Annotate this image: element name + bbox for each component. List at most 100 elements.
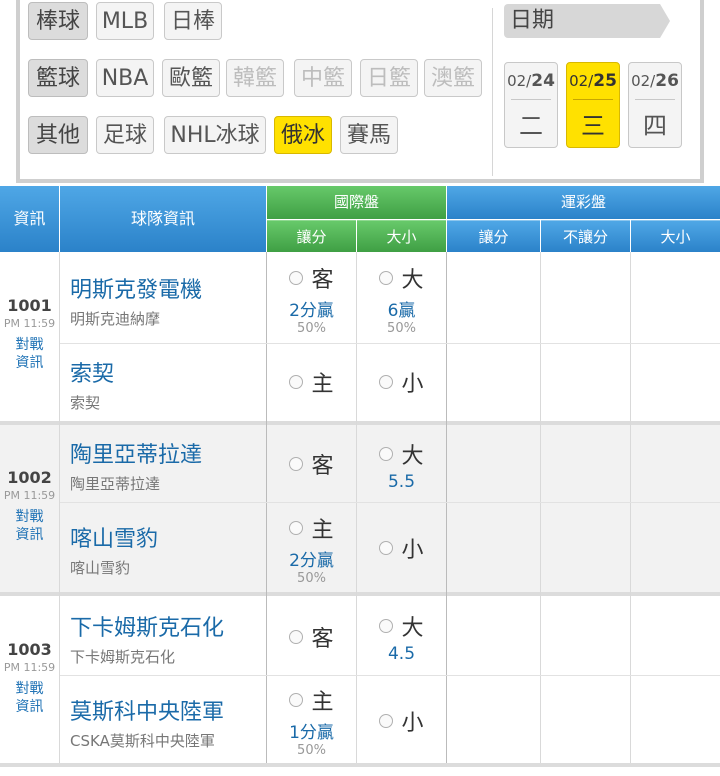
filter-china-basketball[interactable]: 中籃 [294,59,352,97]
link-line: 對戰 [15,509,44,525]
header-intl-handicap: 讓分 [267,220,356,252]
filter-australia-basketball[interactable]: 澳籃 [424,59,482,97]
ou-under-option[interactable]: 小 [357,532,446,564]
radio-button[interactable] [379,271,394,285]
radio-button[interactable] [379,375,394,389]
team-name: 莫斯科中央陸軍 [70,700,225,725]
link-line: 資訊 [15,527,44,543]
filter-khl[interactable]: 俄冰 [274,116,332,154]
option-label: 主 [311,518,334,543]
match-time: PM 11:59 [3,489,56,502]
option-label: 大 [401,268,424,293]
filter-soccer[interactable]: 足球 [96,116,154,154]
ou-under-option[interactable]: 小 [357,705,446,737]
handicap-home-option[interactable]: 主 [267,366,356,398]
filter-horse-racing[interactable]: 賽馬 [340,116,398,154]
header-intl-ou: 大小 [357,220,446,252]
grid-line [446,252,447,763]
home-team[interactable]: 喀山雪豹 喀山雪豹 [70,521,158,578]
date-month: 02/ [507,72,532,90]
link-line: 資訊 [15,355,44,371]
radio-button[interactable] [289,693,304,707]
match-info-1002: 1002 PM 11:59 對戰 資訊 [0,468,59,544]
ou-over-option[interactable]: 大 5.5 [357,438,446,492]
filter-mlb[interactable]: MLB [96,2,154,40]
match-time: PM 11:59 [3,317,56,330]
option-label: 小 [401,538,424,563]
ou-under-option[interactable]: 小 [357,366,446,398]
match-info-1003: 1003 PM 11:59 對戰 資訊 [0,640,59,716]
team-name: 明斯克發電機 [70,278,203,303]
ou-over-option[interactable]: 大 4.5 [357,610,446,664]
ou-over-option[interactable]: 大 6贏 50% [357,262,446,336]
category-other[interactable]: 其他 [28,116,88,154]
handicap-away-option[interactable]: 客 2分贏 50% [267,262,356,336]
match-number: 1002 [7,468,52,487]
header-intl: 國際盤 [267,186,446,219]
radio-button[interactable] [379,714,394,728]
handicap-home-option[interactable]: 主 1分贏 50% [267,684,356,758]
filter-korea-basketball[interactable]: 韓籃 [226,59,284,97]
away-team[interactable]: 下卡姆斯克石化 下卡姆斯克石化 [70,610,224,667]
radio-button[interactable] [289,457,304,471]
header-team-info: 球隊資訊 [60,186,266,252]
radio-button[interactable] [379,541,394,555]
date-label: 日期 [504,4,670,38]
match-separator [0,421,720,425]
ou-line: 4.5 [387,644,416,664]
date-month: 02/ [569,72,594,90]
team-subname: 喀山雪豹 [70,559,131,577]
matchup-info-link[interactable]: 對戰 資訊 [0,680,59,716]
filter-nba[interactable]: NBA [96,59,154,97]
header-lot-handicap: 讓分 [447,220,540,252]
radio-button[interactable] [289,630,304,644]
grid-line [60,675,720,676]
handicap-percent: 50% [297,321,326,336]
home-team[interactable]: 莫斯科中央陸軍 CSKA莫斯科中央陸軍 [70,694,224,751]
radio-button[interactable] [379,447,394,461]
date-day: 26 [655,71,679,91]
handicap-away-option[interactable]: 客 [267,448,356,480]
ou-line: 5.5 [387,472,416,492]
team-subname: 下卡姆斯克石化 [70,648,176,666]
team-subname: 索契 [70,394,101,412]
team-subname: CSKA莫斯科中央陸軍 [70,732,215,750]
radio-button[interactable] [289,521,304,535]
filter-euro-basketball[interactable]: 歐籃 [162,59,220,97]
home-team[interactable]: 索契 索契 [70,356,114,413]
option-label: 客 [311,454,334,479]
option-label: 大 [401,616,424,641]
radio-button[interactable] [289,271,304,285]
match-number: 1001 [7,296,52,315]
option-label: 客 [311,268,334,293]
away-team[interactable]: 陶里亞蒂拉達 陶里亞蒂拉達 [70,437,202,494]
away-team[interactable]: 明斯克發電機 明斯克迪納摩 [70,272,202,329]
matchup-info-link[interactable]: 對戰 資訊 [0,336,59,372]
date-day: 25 [593,71,617,91]
category-basketball[interactable]: 籃球 [28,59,88,97]
matchup-info-link[interactable]: 對戰 資訊 [0,508,59,544]
filter-npb[interactable]: 日棒 [164,2,222,40]
date-0226[interactable]: 02/26 四 [628,62,682,148]
date-0224[interactable]: 02/24 二 [504,62,558,148]
radio-button[interactable] [289,375,304,389]
filter-japan-basketball[interactable]: 日籃 [360,59,418,97]
date-month: 02/ [631,72,656,90]
radio-button[interactable] [379,619,394,633]
filter-panel: 棒球 MLB 日棒 籃球 NBA 歐籃 韓籃 中籃 日籃 澳籃 其他 足球 NH… [16,0,704,183]
handicap-away-option[interactable]: 客 [267,621,356,653]
date-weekday: 三 [581,112,605,140]
grid-line [630,252,631,763]
option-label: 主 [311,372,334,397]
match-number: 1003 [7,640,52,659]
panel-divider [492,8,493,176]
date-0225[interactable]: 02/25 三 [566,62,620,148]
category-baseball[interactable]: 棒球 [28,2,88,40]
header-lottery: 運彩盤 [447,186,720,219]
team-subname: 陶里亞蒂拉達 [70,475,161,493]
handicap-line: 2分贏 [289,551,334,571]
filter-nhl[interactable]: NHL冰球 [164,116,266,154]
link-line: 對戰 [15,337,44,353]
handicap-home-option[interactable]: 主 2分贏 50% [267,512,356,586]
match-info-1001: 1001 PM 11:59 對戰 資訊 [0,296,59,372]
